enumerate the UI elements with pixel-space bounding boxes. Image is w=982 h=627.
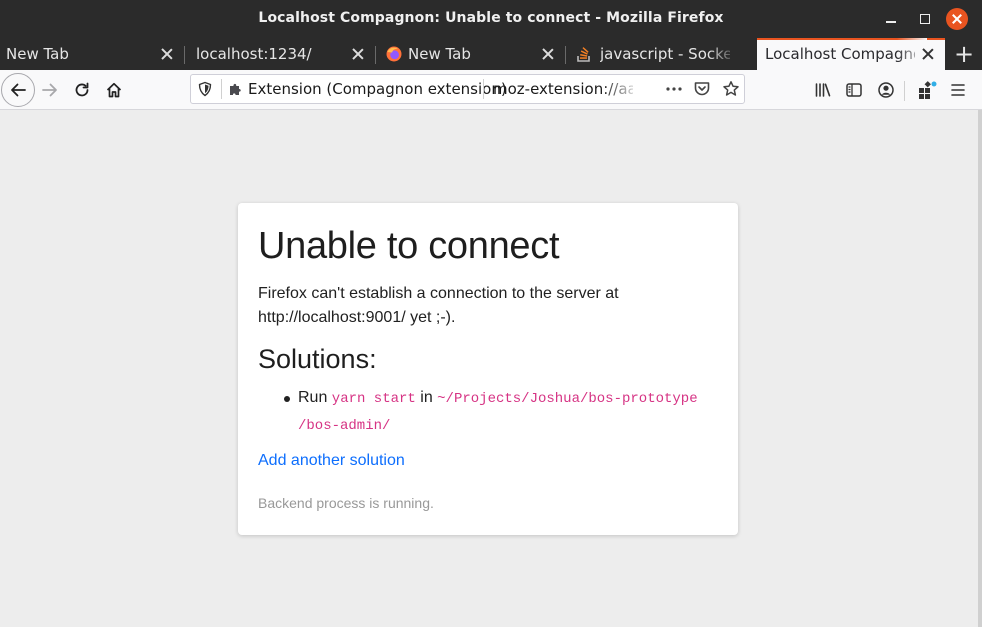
close-window-button[interactable] [946, 8, 968, 30]
page-heading: Unable to connect [258, 225, 560, 267]
list-bullet [284, 396, 290, 402]
tab-strip: New Tab localhost:1234/ New Tab javascri… [0, 38, 982, 70]
url-bar[interactable]: Extension (Compagnon extension) moz-exte… [190, 74, 745, 104]
pocket-icon[interactable] [693, 80, 711, 98]
firefox-icon [386, 46, 402, 62]
maximize-button[interactable] [914, 8, 936, 30]
urlbar-separator [483, 79, 484, 99]
solution-command: yarn start [331, 391, 416, 407]
error-description: Firefox can't establish a connection to … [258, 285, 619, 326]
tab-close-icon[interactable] [351, 47, 365, 61]
error-card: Unable to connect Firefox can't establis… [238, 203, 738, 535]
account-button[interactable] [870, 74, 902, 106]
extensions-icon [919, 81, 937, 99]
scrollbar[interactable] [978, 110, 982, 627]
tab-close-icon[interactable] [160, 47, 174, 61]
tab-localhost-compagnon[interactable]: Localhost Compagnon [757, 38, 945, 70]
library-icon [815, 83, 831, 97]
hamburger-menu-icon [951, 84, 965, 96]
account-icon [878, 82, 894, 98]
tab-fade [708, 38, 738, 70]
solution-path-cont: /bos-admin/ [298, 418, 391, 434]
maximize-icon [920, 14, 930, 24]
tab-close-icon[interactable] [921, 47, 935, 61]
navigation-toolbar: Extension (Compagnon extension) moz-exte… [0, 70, 982, 110]
solutions-list: Run yarn start in ~/Projects/Joshua/bos-… [278, 385, 698, 437]
identity-box[interactable]: Extension (Compagnon extension) [191, 75, 507, 103]
minimize-button[interactable] [880, 8, 902, 30]
reload-icon [75, 82, 89, 97]
tab-close-icon[interactable] [541, 47, 555, 61]
backend-status: Backend process is running. [258, 495, 434, 511]
plus-icon: + [953, 40, 975, 68]
tab-label: Localhost Compagnon [765, 45, 915, 63]
solution-prefix: Run [298, 389, 332, 406]
tab-new-tab-2[interactable]: New Tab [376, 38, 565, 70]
forward-button[interactable] [34, 74, 66, 106]
tab-javascript-socket[interactable]: javascript - Socket.i [566, 38, 756, 70]
bookmark-star-icon[interactable] [722, 80, 740, 98]
new-tab-button[interactable]: + [946, 38, 982, 70]
sidebar-icon [846, 83, 862, 97]
tracking-shield-icon[interactable] [197, 81, 213, 97]
extension-identity-label: Extension (Compagnon extension) [248, 80, 507, 98]
menu-button[interactable] [942, 74, 974, 106]
identity-separator [221, 79, 222, 99]
toolbar-separator [904, 81, 905, 101]
window-title: Localhost Compagnon: Unable to connect -… [258, 10, 724, 26]
solution-text: Run yarn start in ~/Projects/Joshua/bos-… [298, 385, 708, 439]
tab-label: localhost:1234/ [196, 45, 312, 63]
home-button[interactable] [98, 74, 130, 106]
minimize-icon [886, 21, 896, 23]
solutions-heading: Solutions: [258, 344, 377, 374]
window-titlebar: Localhost Compagnon: Unable to connect -… [0, 0, 982, 38]
back-button[interactable] [1, 73, 35, 107]
tab-label: New Tab [6, 45, 69, 63]
extension-puzzle-icon [230, 83, 241, 95]
tab-localhost-1234[interactable]: localhost:1234/ [185, 38, 375, 70]
add-solution-link[interactable]: Add another solution [258, 452, 405, 470]
tab-label: New Tab [408, 45, 471, 63]
reload-button[interactable] [66, 74, 98, 106]
list-item: Run yarn start in ~/Projects/Joshua/bos-… [278, 385, 698, 437]
stackoverflow-icon [577, 47, 590, 62]
extensions-button[interactable] [911, 74, 943, 106]
close-icon [951, 13, 963, 25]
back-arrow-icon [11, 83, 26, 97]
page-actions-icon[interactable] [664, 81, 684, 97]
tab-new-tab-1[interactable]: New Tab [0, 38, 184, 70]
solution-path: ~/Projects/Joshua/bos-prototype [437, 391, 698, 407]
url-fade [601, 77, 641, 101]
solution-middle: in [415, 389, 438, 406]
home-icon [106, 82, 122, 98]
sidebar-button[interactable] [838, 74, 870, 106]
forward-arrow-icon [42, 83, 57, 97]
library-button[interactable] [807, 74, 839, 106]
